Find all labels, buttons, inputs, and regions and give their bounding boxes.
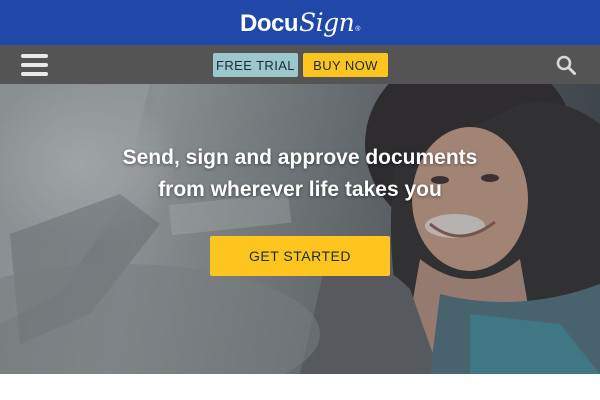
free-trial-button[interactable]: FREE TRIAL: [213, 53, 298, 77]
hero-headline-line-1: Send, sign and approve documents: [122, 146, 478, 169]
hamburger-menu-icon[interactable]: [21, 54, 48, 76]
hero-headline: Send, sign and approve documents from wh…: [100, 142, 500, 206]
hero-headline-line-2: from wherever life takes you: [158, 178, 442, 201]
logo-text-main: Docu: [240, 9, 299, 37]
hero-overlay: [0, 84, 600, 374]
search-icon[interactable]: [556, 55, 576, 75]
get-started-button[interactable]: GET STARTED: [210, 236, 390, 276]
buy-now-button[interactable]: BUY NOW: [303, 53, 388, 77]
top-bar: Docu Sign ®: [0, 0, 600, 45]
page-content-area: [0, 374, 600, 400]
docusign-logo[interactable]: Docu Sign ®: [240, 8, 360, 38]
logo-text-script: Sign: [299, 7, 355, 37]
hero-banner: Send, sign and approve documents from wh…: [0, 84, 600, 374]
menu-icon-bar: [21, 72, 48, 76]
menu-icon-bar: [21, 54, 48, 58]
menu-icon-bar: [21, 63, 48, 67]
logo-registered-mark: ®: [355, 25, 360, 33]
nav-bar: FREE TRIAL BUY NOW: [0, 45, 600, 84]
